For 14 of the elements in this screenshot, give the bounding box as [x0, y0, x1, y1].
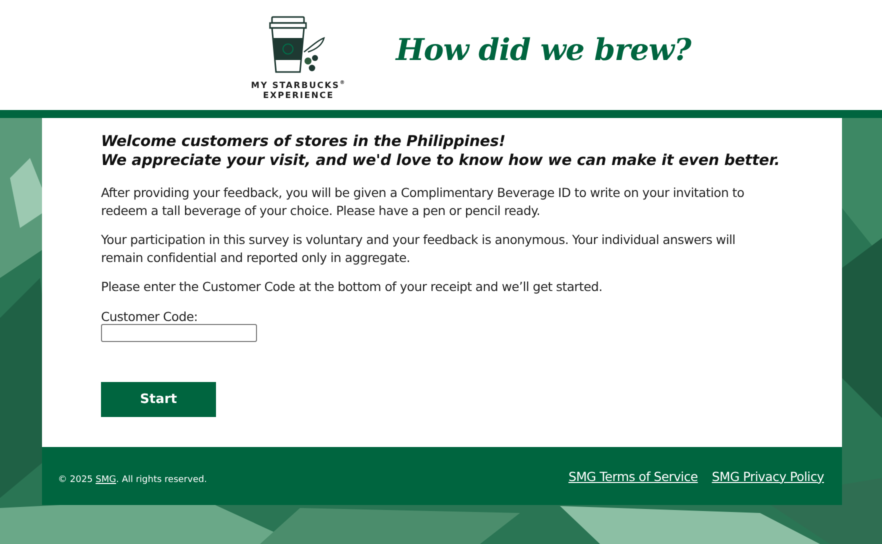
welcome-heading: Welcome customers of stores in the Philippines! We appreciate your visit, and we'd love to know how we can make it even better.	[101, 132, 781, 170]
intro-paragraph: Your participation in this survey is voluntary and your feedback is anonymous. Your individual answers will remain confidential and reported only in aggregate.	[101, 231, 736, 267]
input-field[interactable]	[101, 324, 257, 342]
page-title: How did we brew?	[396, 32, 691, 68]
smg-link[interactable]: SMG	[96, 475, 116, 485]
footer-link[interactable]: SMG Privacy Policy	[712, 468, 824, 484]
logo-text: EXPERIENCE	[262, 91, 334, 102]
field-label: Customer Code:	[101, 309, 199, 324]
intro-paragraph: After providing your feedback, you will be given a Complimentary Beverage ID to write on your invitation to redeem a tall beverage of your choice. Please have a pen or pencil ready.	[101, 184, 746, 220]
intro-paragraph: Please enter the Customer Code at the bottom of your receipt and we’ll get started.	[101, 278, 604, 296]
footer-link[interactable]: SMG Terms of Service	[568, 468, 698, 484]
logo-text: MY STARBUCKS$^{®}$	[251, 78, 346, 92]
copyright-text: © 2025 SMG. All rights reserved.	[58, 475, 207, 485]
start-button[interactable]: Start	[101, 382, 216, 417]
